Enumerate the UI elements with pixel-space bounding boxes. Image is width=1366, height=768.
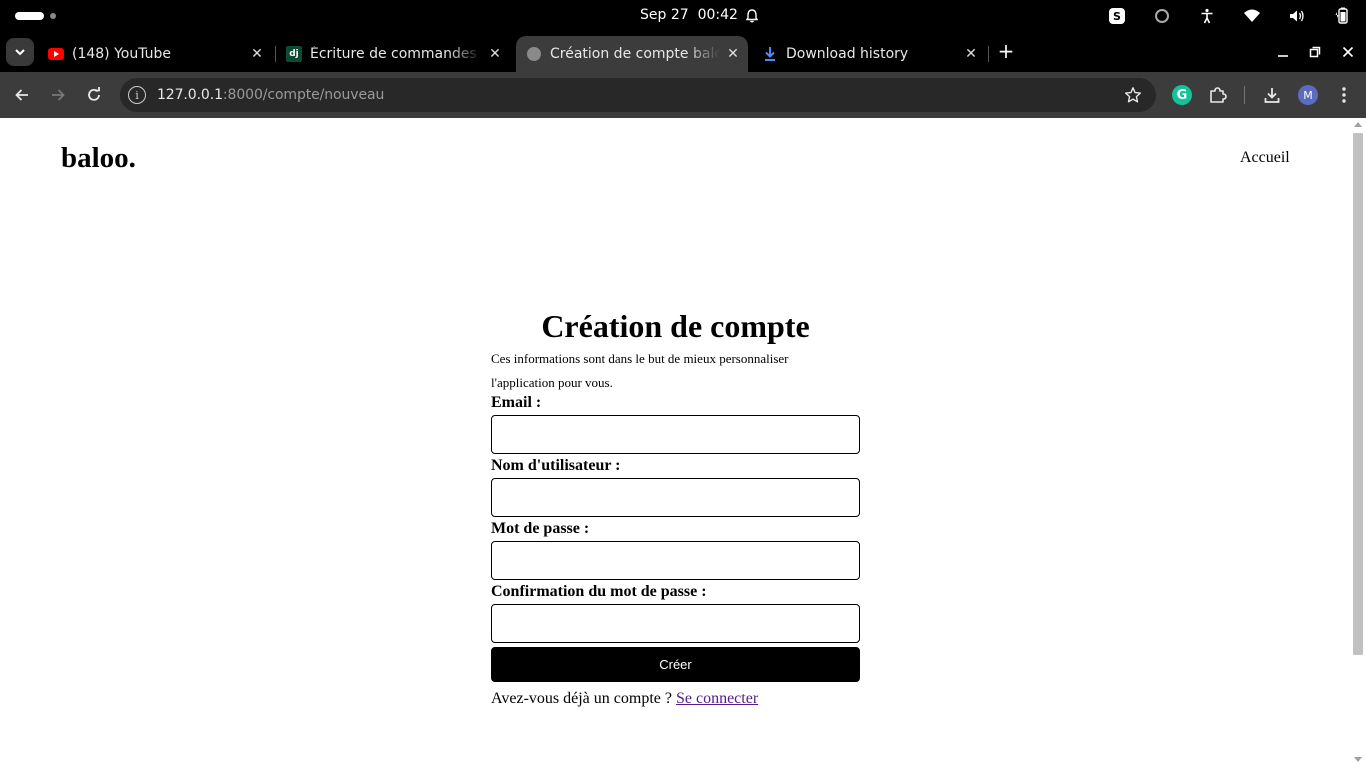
django-icon: dj bbox=[286, 46, 302, 62]
browser-toolbar: i 127.0.0.1:8000/compte/nouveau G M bbox=[0, 72, 1366, 118]
reload-button[interactable] bbox=[82, 83, 106, 107]
password-confirm-field[interactable] bbox=[491, 604, 860, 643]
globe-icon bbox=[526, 46, 542, 62]
reload-icon bbox=[88, 87, 100, 101]
password-field[interactable] bbox=[491, 541, 860, 580]
login-link[interactable]: Se connecter bbox=[676, 690, 758, 707]
login-prompt-text: Avez-vous déjà un compte ? bbox=[491, 690, 672, 707]
accessibility-icon[interactable] bbox=[1197, 6, 1217, 26]
back-button[interactable] bbox=[10, 83, 34, 107]
username-field[interactable] bbox=[491, 478, 860, 517]
download-icon bbox=[762, 46, 778, 62]
new-tab-button[interactable]: + bbox=[996, 41, 1016, 62]
password-confirm-label: Confirmation du mot de passe : bbox=[491, 583, 707, 600]
minimize-icon[interactable] bbox=[1273, 42, 1293, 62]
address-bar[interactable]: i 127.0.0.1:8000/compte/nouveau bbox=[120, 78, 1156, 112]
wifi-icon[interactable] bbox=[1242, 6, 1262, 26]
close-tab-icon[interactable]: ✕ bbox=[724, 45, 742, 63]
tab-separator bbox=[988, 46, 989, 62]
create-account-button[interactable]: Créer bbox=[491, 647, 860, 682]
page-scrollbar[interactable] bbox=[1351, 118, 1366, 768]
bookmark-star-icon[interactable] bbox=[1124, 86, 1142, 104]
skype-tray-icon[interactable]: S bbox=[1107, 6, 1127, 26]
battery-icon[interactable] bbox=[1332, 6, 1352, 26]
clock-time: 00:42 bbox=[697, 7, 738, 23]
profile-avatar[interactable]: M bbox=[1297, 84, 1319, 106]
tab-title: (148) YouTube bbox=[72, 46, 172, 62]
page-content: baloo. Accueil Création de compte Ces in… bbox=[0, 118, 1351, 768]
tab-title: Création de compte baloo. bbox=[550, 46, 720, 62]
forward-button[interactable] bbox=[46, 83, 70, 107]
password-label: Mot de passe : bbox=[491, 520, 590, 537]
close-tab-icon[interactable]: ✕ bbox=[962, 45, 980, 63]
signup-form: Création de compte Ces informations sont… bbox=[491, 308, 860, 708]
brand-logo[interactable]: baloo. bbox=[61, 142, 136, 175]
clock-date: Sep 27 bbox=[640, 7, 689, 23]
nav-link-accueil[interactable]: Accueil bbox=[1240, 149, 1290, 167]
arrow-left-icon bbox=[15, 89, 28, 101]
scroll-up-arrow-icon[interactable] bbox=[1354, 122, 1362, 127]
tab-youtube[interactable]: (148) YouTube ✕ bbox=[38, 36, 272, 72]
grammarly-extension-icon[interactable]: G bbox=[1171, 84, 1193, 106]
arrow-right-icon bbox=[52, 89, 65, 101]
tab-title: Écriture de commandes de gestion personn… bbox=[310, 46, 482, 62]
form-title: Création de compte bbox=[541, 308, 810, 344]
toolbar-divider bbox=[1244, 86, 1245, 104]
activities-indicator[interactable] bbox=[15, 12, 44, 20]
tab-title: Download history bbox=[786, 46, 909, 62]
volume-icon[interactable] bbox=[1287, 6, 1307, 26]
extensions-puzzle-icon[interactable] bbox=[1207, 84, 1229, 106]
system-top-bar: Sep 27 00:42 S bbox=[0, 0, 1366, 32]
clock[interactable]: Sep 27 00:42 bbox=[640, 7, 738, 23]
form-description: Ces informations sont dans le but de mie… bbox=[491, 351, 789, 390]
downloads-icon[interactable] bbox=[1261, 84, 1283, 106]
chevron-down-icon bbox=[15, 49, 25, 56]
tab-search-button[interactable] bbox=[6, 38, 34, 66]
notification-bell-icon[interactable] bbox=[744, 8, 760, 24]
login-prompt: Avez-vous déjà un compte ? Se connecter bbox=[491, 690, 860, 708]
scrollbar-thumb[interactable] bbox=[1353, 133, 1363, 655]
tab-download-history[interactable]: Download history ✕ bbox=[752, 36, 986, 72]
scroll-down-arrow-icon[interactable] bbox=[1354, 757, 1362, 762]
tab-strip: (148) YouTube ✕ dj Écriture de commandes… bbox=[0, 32, 1366, 72]
youtube-icon bbox=[48, 46, 64, 62]
close-tab-icon[interactable]: ✕ bbox=[248, 45, 266, 63]
email-field[interactable] bbox=[491, 415, 860, 454]
restore-icon[interactable] bbox=[1305, 42, 1325, 62]
username-label: Nom d'utilisateur : bbox=[491, 457, 621, 474]
url-text[interactable]: 127.0.0.1:8000/compte/nouveau bbox=[157, 87, 384, 103]
url-host: 127.0.0.1 bbox=[157, 87, 223, 103]
url-path: :8000/compte/nouveau bbox=[222, 87, 385, 103]
site-info-icon[interactable]: i bbox=[128, 86, 146, 104]
kebab-menu-icon[interactable] bbox=[1333, 84, 1355, 106]
email-label: Email : bbox=[491, 394, 542, 411]
circle-tray-icon[interactable] bbox=[1152, 6, 1172, 26]
close-window-icon[interactable] bbox=[1338, 42, 1358, 62]
close-tab-icon[interactable]: ✕ bbox=[486, 45, 504, 63]
tab-django-docs[interactable]: dj Écriture de commandes de gestion pers… bbox=[276, 36, 510, 72]
skype-badge: S bbox=[1109, 8, 1125, 24]
workspace-dot[interactable] bbox=[50, 13, 56, 19]
tab-creation-compte[interactable]: Création de compte baloo. ✕ bbox=[516, 36, 748, 72]
